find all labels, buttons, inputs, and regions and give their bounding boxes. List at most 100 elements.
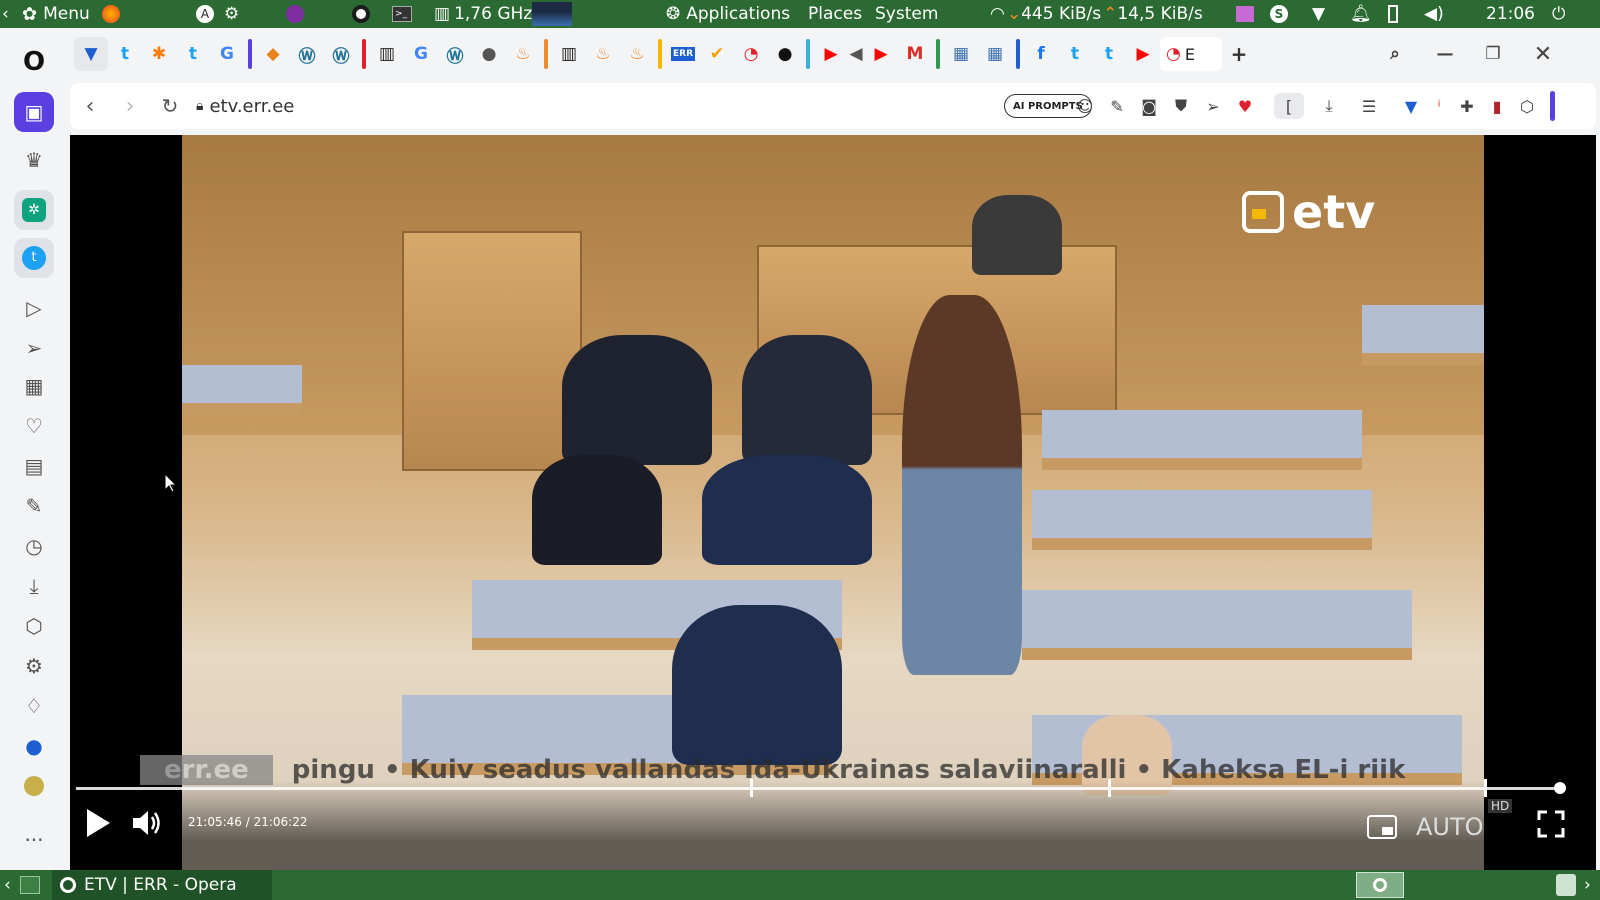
tab-8[interactable]: Ⓦ xyxy=(324,37,358,71)
taskbar-scroll-right-icon[interactable]: › xyxy=(1584,875,1591,895)
tab-18[interactable]: ✔ xyxy=(700,37,734,71)
tab-1[interactable]: ▼ xyxy=(74,37,108,71)
sidebar-crypto-wallet[interactable]: ♛ xyxy=(14,140,54,180)
tab-25[interactable]: ▦ xyxy=(944,37,978,71)
tab-2[interactable]: t xyxy=(108,37,142,71)
easy-setup-button[interactable]: ☰ xyxy=(1356,93,1382,119)
wifi-applet[interactable]: ▼ xyxy=(1312,0,1325,28)
extension-puzzle-button[interactable]: ✚ xyxy=(1454,93,1480,119)
menu-button[interactable]: ✿ Menu xyxy=(22,0,90,28)
url-field[interactable]: etv.err.ee xyxy=(209,96,294,117)
progress-handle[interactable] xyxy=(1554,782,1566,794)
settings-launcher[interactable]: ⚙ xyxy=(224,0,239,28)
vpn-badge-button[interactable]: ⛊ xyxy=(1168,93,1194,119)
tor-launcher[interactable] xyxy=(286,0,304,28)
video-player[interactable]: etv err.ee pingu • Kuiv seadus vallandas… xyxy=(70,135,1596,881)
sidebar-bookmarks[interactable]: ♡ xyxy=(14,406,54,446)
extension-clipboard-button[interactable]: ▮ xyxy=(1484,93,1510,119)
trash-applet[interactable] xyxy=(1556,874,1576,896)
sidebar-player[interactable]: ▷ xyxy=(14,288,54,328)
sidebar-downloads[interactable]: ⤓ xyxy=(14,566,54,606)
tab-12[interactable]: ● xyxy=(472,37,506,71)
tab-23[interactable]: ▶ xyxy=(864,37,898,71)
color-picker-applet[interactable] xyxy=(1236,0,1254,28)
extension-vpn-button[interactable]: ▼ xyxy=(1398,93,1424,119)
tab-14[interactable]: ▥ xyxy=(552,37,586,71)
tab-7[interactable]: Ⓦ xyxy=(290,37,324,71)
tab-20[interactable]: ● xyxy=(768,37,802,71)
pinboard-button[interactable]: ✎ xyxy=(1104,93,1130,119)
send-to-flow-button[interactable]: ➢ xyxy=(1200,93,1226,119)
sidebar-messenger[interactable]: ● xyxy=(14,726,54,766)
new-tab-button[interactable]: + xyxy=(1222,37,1256,71)
workspace-switcher[interactable] xyxy=(1356,872,1404,898)
tab-16[interactable]: ♨ xyxy=(620,37,654,71)
tab-22[interactable]: ◀ xyxy=(848,37,864,71)
sidebar-history[interactable]: ◷ xyxy=(14,526,54,566)
volume-button[interactable] xyxy=(130,807,164,839)
sidebar-extensions[interactable]: ⬡ xyxy=(14,606,54,646)
tab-27[interactable]: f xyxy=(1024,37,1058,71)
sidebar-chatgpt[interactable]: ✲ xyxy=(14,190,54,230)
taskbar-window-opera[interactable]: ETV | ERR - Opera xyxy=(52,870,272,900)
tab-3[interactable]: ✱ xyxy=(142,37,176,71)
firefox-launcher[interactable] xyxy=(102,0,120,28)
taskbar-scroll-left-icon[interactable]: ‹ xyxy=(4,875,11,895)
applications-menu[interactable]: ❂ Applications xyxy=(666,0,790,28)
tab-search-button[interactable]: ⌕ xyxy=(1378,37,1412,71)
tab-17[interactable]: ERR xyxy=(666,37,700,71)
tab-30[interactable]: ▶ xyxy=(1126,37,1160,71)
quality-button[interactable]: AUTO xyxy=(1416,813,1484,841)
sidebar-speed-dial[interactable]: ▦ xyxy=(14,366,54,406)
tab-26[interactable]: ▦ xyxy=(978,37,1012,71)
tab-10[interactable]: G xyxy=(404,37,438,71)
extensions-menu-button[interactable]: ⬡ xyxy=(1514,93,1540,119)
pip-button[interactable] xyxy=(1366,813,1398,841)
terminal-launcher[interactable]: >_ xyxy=(392,0,412,28)
forward-button[interactable]: › xyxy=(110,86,150,126)
system-monitor-graph[interactable] xyxy=(532,0,572,28)
bookmark-heart-button[interactable]: ♥ xyxy=(1232,93,1258,119)
reload-button[interactable]: ↻ xyxy=(150,86,190,126)
sidebar-settings[interactable]: ⚙ xyxy=(14,646,54,686)
sidebar-news[interactable]: ▤ xyxy=(14,446,54,486)
power-menu[interactable]: ⏻ xyxy=(1552,0,1565,28)
fullscreen-button[interactable] xyxy=(1536,809,1566,839)
sidebar-workspaces[interactable]: ▣ xyxy=(14,92,54,132)
close-window-button[interactable]: ✕ xyxy=(1526,37,1560,71)
battery-applet[interactable] xyxy=(1388,0,1398,28)
tab-11[interactable]: Ⓦ xyxy=(438,37,472,71)
emoji-button[interactable]: ☺ xyxy=(1072,93,1098,119)
sidebar-pinboards[interactable]: ✎ xyxy=(14,486,54,526)
tab-active[interactable]: ◔ E xyxy=(1160,37,1222,71)
font-app-launcher[interactable]: A xyxy=(196,0,214,28)
tab-6[interactable]: ◆ xyxy=(256,37,290,71)
tab-15[interactable]: ♨ xyxy=(586,37,620,71)
progress-bar[interactable] xyxy=(76,779,1566,797)
clock-applet[interactable]: 21:06 xyxy=(1486,0,1535,28)
sidebar-flow[interactable]: ➢ xyxy=(14,328,54,368)
tab-24[interactable]: M xyxy=(898,37,932,71)
cpu-freq-applet[interactable]: ▥ 1,76 GHz xyxy=(434,0,532,28)
tab-5[interactable]: G xyxy=(210,37,244,71)
tab-19[interactable]: ◔ xyxy=(734,37,768,71)
tab-4[interactable]: t xyxy=(176,37,210,71)
sidebar-toggle-button[interactable]: [ xyxy=(1274,93,1304,119)
opera-menu-button[interactable]: O xyxy=(14,42,54,82)
network-speed-applet[interactable]: ◠ ⌄ 445 KiB/s ⌃ 14,5 KiB/s xyxy=(990,0,1203,28)
tab-9[interactable]: ▥ xyxy=(370,37,404,71)
show-desktop-button[interactable] xyxy=(20,876,40,894)
snapshot-button[interactable]: ◙ xyxy=(1136,93,1162,119)
notifications-applet[interactable]: 🔔︎ xyxy=(1350,0,1372,28)
skype-applet[interactable]: S xyxy=(1270,0,1288,28)
sidebar-more-button[interactable]: ··· xyxy=(14,820,54,860)
sidebar-twitter[interactable]: t xyxy=(14,238,54,278)
downloads-button[interactable]: ⤓ xyxy=(1316,93,1342,119)
tab-29[interactable]: t xyxy=(1092,37,1126,71)
system-menu[interactable]: System xyxy=(875,0,938,28)
sidebar-addon[interactable] xyxy=(14,766,54,806)
volume-applet[interactable]: ◀) xyxy=(1424,0,1444,28)
extension-translate-button[interactable]: ⁱ xyxy=(1426,93,1452,119)
minimize-button[interactable]: — xyxy=(1428,37,1462,71)
tab-13[interactable]: ♨ xyxy=(506,37,540,71)
